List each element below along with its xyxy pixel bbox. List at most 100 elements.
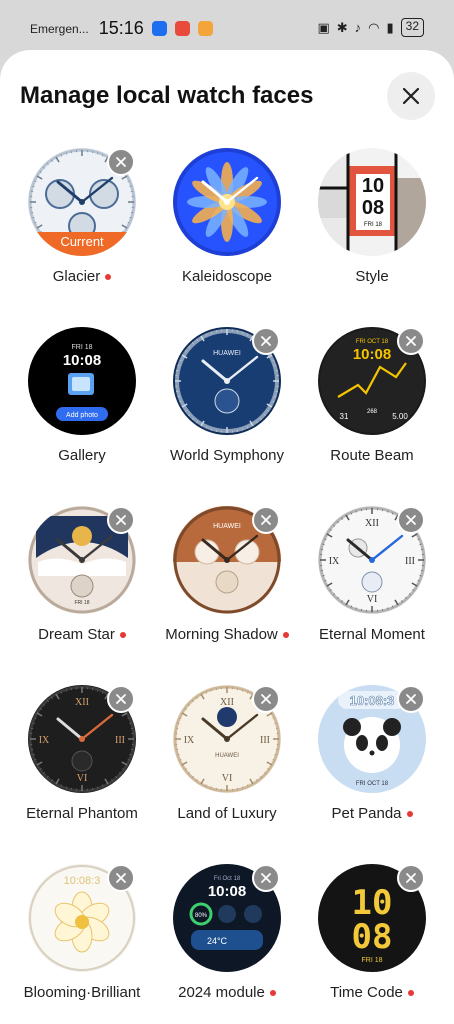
watch-face-item[interactable]: 10 08 FRI 18 Time Code — [290, 864, 454, 1024]
svg-text:IX: IX — [39, 735, 50, 746]
svg-text:80%: 80% — [195, 913, 208, 919]
watch-face-item[interactable]: XII III VI IX HUAWEI Land of Luxury — [164, 685, 290, 864]
svg-text:VI: VI — [222, 773, 233, 784]
watch-face-name: Blooming·Brilliant — [23, 984, 141, 1001]
svg-text:08: 08 — [362, 197, 384, 219]
battery-indicator: 32 — [400, 18, 424, 37]
watch-face-grid: Current Glacier Kaleidoscope 10 08 FRI 18 Styl… — [0, 148, 454, 1024]
watch-face-item[interactable]: XII III VI IX Eternal Phantom — [0, 685, 164, 864]
svg-text:HUAWEI: HUAWEI — [215, 753, 239, 759]
watch-face-label: Time Code — [290, 982, 454, 1004]
watch-face-item[interactable]: HUAWEI World Symphony — [164, 327, 290, 506]
update-dot — [119, 632, 126, 639]
sim-icon: ▮ — [386, 19, 394, 35]
watch-face-label: Eternal Moment — [290, 624, 454, 646]
close-button[interactable] — [387, 72, 435, 120]
watch-face-name: Eternal Moment — [319, 626, 425, 643]
watch-face-label: World Symphony — [164, 445, 290, 467]
svg-text:31: 31 — [340, 412, 349, 421]
delete-face-button[interactable] — [107, 148, 135, 176]
svg-text:IX: IX — [329, 556, 340, 567]
watch-face-item[interactable]: Current Glacier — [0, 148, 164, 327]
delete-face-button[interactable] — [397, 864, 425, 892]
svg-text:Add photo: Add photo — [66, 412, 98, 419]
close-icon — [261, 336, 271, 346]
delete-face-button[interactable] — [252, 506, 280, 534]
clock: 15:16 — [98, 18, 144, 38]
close-icon — [116, 873, 126, 883]
watch-face-name: Route Beam — [330, 447, 414, 464]
watch-face-label: Blooming·Brilliant — [0, 982, 164, 1004]
watch-face-label: Route Beam — [290, 445, 454, 467]
watch-face-label: Glacier — [0, 266, 164, 288]
delete-face-button[interactable] — [397, 506, 425, 534]
news-app-icon — [174, 21, 190, 36]
carrier-label: Emergen... — [30, 21, 89, 36]
delete-face-button[interactable] — [107, 864, 135, 892]
watch-face-item[interactable]: FRI 18 10:08 Add photo Gallery — [0, 327, 164, 506]
watch-face-name: Morning Shadow — [165, 626, 278, 643]
watch-face-preview[interactable] — [173, 148, 281, 256]
watch-face-name: Dream Star — [38, 626, 115, 643]
svg-text:Fri Oct 18: Fri Oct 18 — [214, 876, 241, 882]
wifi-icon: ◠ — [368, 19, 380, 35]
watch-face-name: Gallery — [58, 447, 106, 464]
close-icon — [261, 694, 271, 704]
delete-face-button[interactable] — [107, 685, 135, 713]
update-dot — [105, 274, 112, 281]
watch-face-label: Kaleidoscope — [164, 266, 290, 288]
watch-face-item[interactable]: FRI 18 Dream Star — [0, 506, 164, 685]
svg-text:10:08: 10:08 — [208, 883, 246, 900]
svg-text:XII: XII — [220, 697, 234, 708]
current-badge: Current — [28, 232, 136, 256]
watch-face-item[interactable]: 10:08:3 Blooming·Brilliant — [0, 864, 164, 1024]
watch-face-item[interactable]: HUAWEI Morning Shadow — [164, 506, 290, 685]
svg-text:5.00: 5.00 — [392, 412, 408, 421]
svg-text:24°C: 24°C — [207, 936, 228, 946]
watch-face-item[interactable]: Kaleidoscope — [164, 148, 290, 327]
watch-face-label: Land of Luxury — [164, 803, 290, 825]
watch-face-item[interactable]: XII III VI IX Eternal Moment — [290, 506, 454, 685]
watch-face-name: 2024 module — [178, 984, 265, 1001]
close-icon — [116, 157, 126, 167]
watch-face-label: 2024 module — [164, 982, 290, 1004]
watch-face-label: Dream Star — [0, 624, 164, 646]
svg-text:08: 08 — [352, 917, 393, 957]
message-app-icon — [151, 21, 167, 36]
svg-text:FRI 18: FRI 18 — [364, 222, 383, 228]
update-dot — [269, 990, 276, 997]
delete-face-button[interactable] — [252, 327, 280, 355]
delete-face-button[interactable] — [397, 327, 425, 355]
update-dot — [282, 632, 289, 639]
watch-face-preview[interactable]: FRI 18 10:08 Add photo — [28, 327, 136, 435]
close-icon — [116, 515, 126, 525]
delete-face-button[interactable] — [252, 864, 280, 892]
watch-face-name: Land of Luxury — [177, 805, 277, 822]
delete-face-button[interactable] — [397, 685, 425, 713]
watch-face-label: Style — [290, 266, 454, 288]
watch-face-item[interactable]: FRI OCT 18 10:08 31 268 5.00 Route Beam — [290, 327, 454, 506]
svg-text:VI: VI — [77, 773, 88, 784]
update-dot — [407, 990, 414, 997]
update-dot — [406, 811, 413, 818]
svg-text:XII: XII — [75, 697, 89, 708]
svg-text:IX: IX — [184, 735, 195, 746]
watch-face-label: Eternal Phantom — [0, 803, 164, 825]
svg-text:III: III — [260, 735, 270, 746]
watch-face-item[interactable]: 10:08:3 FRI OCT 18 Pet Panda — [290, 685, 454, 864]
svg-text:10:08: 10:08 — [63, 352, 101, 369]
watch-face-preview[interactable]: 10 08 FRI 18 — [318, 148, 426, 256]
watch-face-item[interactable]: 10 08 FRI 18 Style — [290, 148, 454, 327]
watch-face-item[interactable]: Fri Oct 18 10:08 80% 24°C 2024 module — [164, 864, 290, 1024]
health-app-icon — [197, 21, 213, 36]
close-icon — [406, 336, 416, 346]
delete-face-button[interactable] — [252, 685, 280, 713]
svg-text:10:08:3: 10:08:3 — [350, 693, 395, 708]
svg-text:HUAWEI: HUAWEI — [213, 350, 241, 357]
watch-face-label: Morning Shadow — [164, 624, 290, 646]
svg-text:HUAWEI: HUAWEI — [213, 523, 241, 530]
svg-text:FRI OCT 18: FRI OCT 18 — [356, 339, 389, 345]
watch-face-name: Style — [355, 268, 389, 285]
delete-face-button[interactable] — [107, 506, 135, 534]
watch-face-name: World Symphony — [170, 447, 284, 464]
